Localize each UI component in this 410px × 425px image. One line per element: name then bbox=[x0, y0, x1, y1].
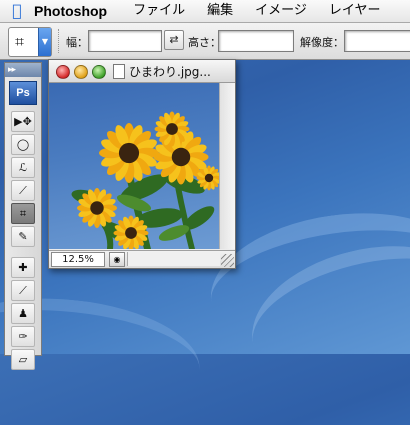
tool-preset-picker[interactable]: ⌗ ▼ bbox=[8, 27, 52, 57]
height-field[interactable] bbox=[218, 30, 294, 52]
sunflower bbox=[113, 215, 149, 249]
zoom-icon[interactable] bbox=[92, 65, 106, 79]
crop-icon: ⌗ bbox=[15, 32, 25, 51]
zoom-level-field[interactable]: 12.5% bbox=[51, 252, 105, 267]
swap-dimensions-button[interactable]: ⇄ bbox=[164, 30, 184, 50]
crop-icon: ⌗ bbox=[19, 207, 27, 220]
marquee-ellipse-icon: ◯ bbox=[16, 138, 30, 151]
minimize-icon[interactable] bbox=[74, 65, 88, 79]
healing-brush-tool[interactable]: ✚ bbox=[11, 257, 35, 278]
slice-icon: ✎ bbox=[18, 230, 28, 243]
resolution-label: 解像度： bbox=[300, 36, 344, 49]
eraser-icon: ▱ bbox=[18, 353, 28, 366]
magic-wand-tool[interactable]: ⟋ bbox=[11, 180, 35, 201]
document-title-bar[interactable]: ひまわり.jpg... bbox=[49, 60, 235, 83]
magic-wand-icon: ⟋ bbox=[19, 184, 27, 197]
brush-icon: ⟋ bbox=[19, 284, 27, 297]
menu-edit[interactable]: 編集 bbox=[207, 0, 233, 22]
chevron-down-icon[interactable]: ▼ bbox=[38, 28, 51, 56]
lasso-icon: ℒ bbox=[19, 161, 27, 174]
document-proxy-icon[interactable] bbox=[113, 64, 125, 79]
image-canvas[interactable] bbox=[49, 83, 219, 249]
stamp-tool[interactable]: ♟ bbox=[11, 303, 35, 324]
document-window: ひまわり.jpg... 12.5% ◉ bbox=[48, 59, 236, 269]
healing-brush-icon: ✚ bbox=[18, 261, 28, 274]
stamp-icon: ♟ bbox=[18, 307, 28, 320]
apple-icon[interactable]:  bbox=[0, 0, 34, 22]
menu-image[interactable]: イメージ bbox=[255, 0, 307, 22]
brush-tool[interactable]: ⟋ bbox=[11, 280, 35, 301]
status-info-button[interactable]: ◉ bbox=[109, 252, 125, 267]
document-status-bar: 12.5% ◉ bbox=[49, 250, 235, 268]
marquee-ellipse-tool[interactable]: ◯ bbox=[11, 134, 35, 155]
move-tool[interactable]: ▶✥ bbox=[11, 111, 35, 132]
photoshop-logo[interactable]: Ps bbox=[9, 81, 37, 105]
toolbox-title-bar[interactable]: ▸▸ bbox=[5, 63, 41, 77]
menu-file[interactable]: ファイル bbox=[133, 0, 185, 22]
document-title: ひまわり.jpg... bbox=[129, 65, 211, 79]
resize-grip-icon[interactable] bbox=[221, 254, 234, 267]
vertical-scrollbar[interactable] bbox=[219, 83, 235, 249]
move-icon: ▶✥ bbox=[14, 115, 32, 128]
toolbox-palette: ▸▸ Ps ▶✥ ◯ ℒ ⟋ ⌗ ✎ ✚ ⟋ ♟ ✑ ▱ bbox=[4, 62, 42, 370]
menu-app-photoshop[interactable]: Photoshop bbox=[34, 0, 107, 22]
history-brush-tool[interactable]: ✑ bbox=[11, 326, 35, 347]
sunflower bbox=[77, 188, 117, 228]
lasso-tool[interactable]: ℒ bbox=[11, 157, 35, 178]
sunflower-photo bbox=[71, 111, 219, 249]
height-label: 高さ： bbox=[188, 36, 221, 49]
width-field[interactable] bbox=[88, 30, 162, 52]
options-bar: ⌗ ▼ 幅： ⇄ 高さ： 解像度： bbox=[0, 23, 410, 60]
eraser-tool[interactable]: ▱ bbox=[11, 349, 35, 370]
toolbox-divider bbox=[5, 249, 41, 255]
width-label: 幅： bbox=[66, 36, 88, 49]
resolution-field[interactable] bbox=[344, 30, 410, 52]
sunflower bbox=[154, 111, 190, 147]
slice-tool[interactable]: ✎ bbox=[11, 226, 35, 247]
horizontal-scrollbar[interactable] bbox=[127, 252, 220, 266]
options-divider bbox=[58, 29, 61, 53]
menu-bar:  Photoshop ファイル 編集 イメージ レイヤー bbox=[0, 0, 410, 23]
menu-layer[interactable]: レイヤー bbox=[329, 0, 381, 22]
history-brush-icon: ✑ bbox=[18, 330, 28, 343]
sunflower bbox=[99, 123, 159, 183]
crop-tool[interactable]: ⌗ bbox=[11, 203, 35, 224]
close-icon[interactable] bbox=[56, 65, 70, 79]
